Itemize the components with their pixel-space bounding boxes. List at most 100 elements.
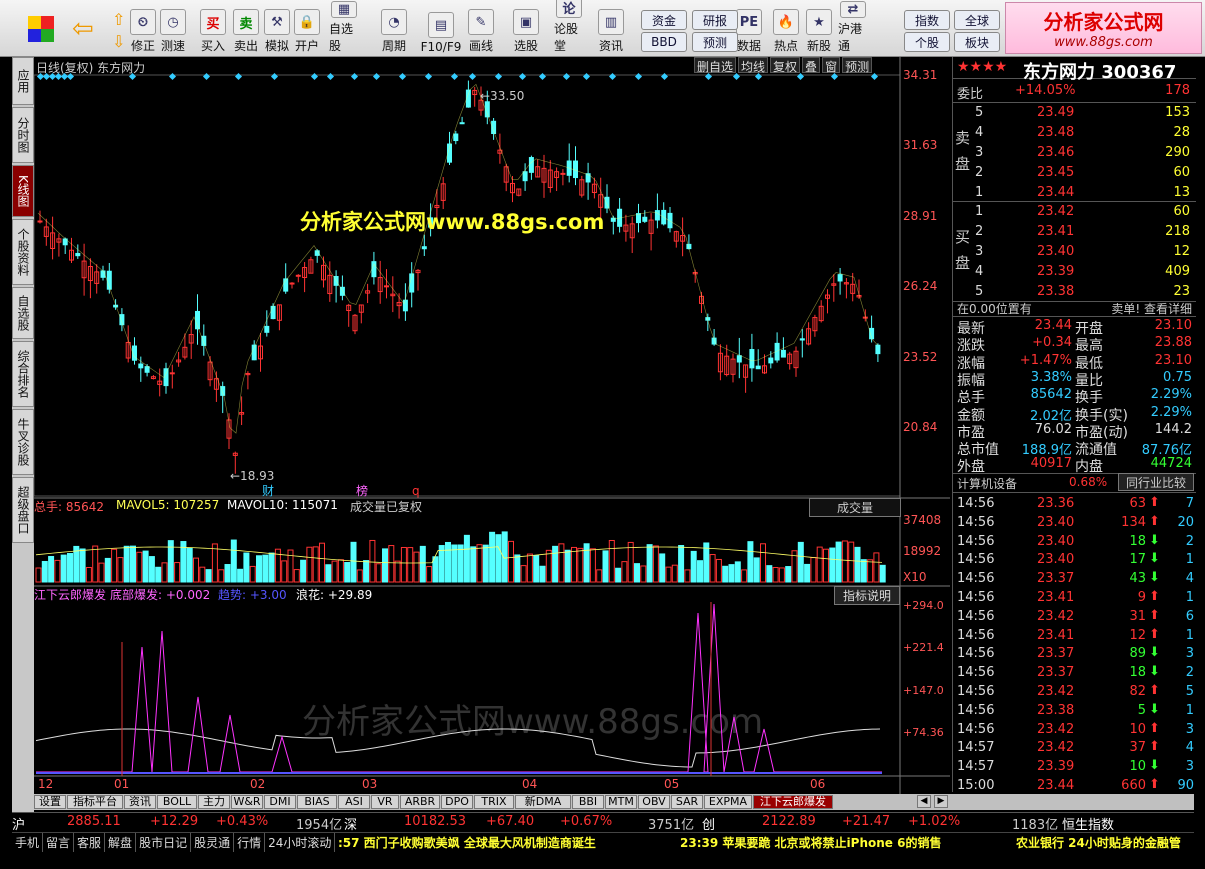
toolbar-button-0[interactable]: ⏲ 修正: [128, 4, 158, 54]
index-button[interactable]: 指数: [904, 10, 950, 30]
sell-price-1[interactable]: 23.48: [1037, 125, 1074, 140]
footer-item-2[interactable]: 客服: [74, 833, 106, 852]
footer-item-1[interactable]: 留言: [43, 833, 75, 852]
tab-diagnose[interactable]: 牛叉诊股: [12, 409, 34, 475]
volume-dropdown[interactable]: 成交量: [809, 498, 901, 517]
indicator-tab-16[interactable]: OBV: [638, 795, 670, 809]
event-marker-2[interactable]: q: [412, 484, 420, 498]
toolbar-button-3[interactable]: 卖卖出: [231, 4, 261, 54]
volume-bar: [741, 569, 748, 583]
indicator-tab-3[interactable]: BOLL: [157, 795, 197, 809]
back-arrow-icon[interactable]: ⇦: [72, 16, 102, 42]
indicator-help-button[interactable]: 指标说明: [834, 586, 900, 605]
toolbar-button-2[interactable]: 买买入: [198, 4, 228, 54]
buy-price-3[interactable]: 23.39: [1037, 264, 1074, 279]
stock-button[interactable]: 个股: [904, 32, 950, 52]
industry-compare-button[interactable]: 同行业比较: [1118, 473, 1194, 491]
toolbar-button-12[interactable]: ▥ 资讯: [596, 4, 626, 54]
tab-scroll-left-icon[interactable]: ◀: [917, 795, 931, 808]
indicator-tab-17[interactable]: SAR: [671, 795, 703, 809]
footer-item-3[interactable]: 解盘: [105, 833, 137, 852]
indicator-tab-10[interactable]: ARBR: [400, 795, 440, 809]
toolbar-button-13[interactable]: PE 数据: [734, 4, 764, 54]
webi-value: +14.05%: [1015, 83, 1076, 98]
order-detail-link[interactable]: 卖单! 查看详细: [1111, 300, 1192, 317]
buy-price-2[interactable]: 23.40: [1037, 244, 1074, 259]
footer-item-6[interactable]: 行情: [234, 833, 266, 852]
bbd-button[interactable]: BBD: [641, 32, 687, 52]
toolbar-button-15[interactable]: ★ 新股: [804, 4, 834, 54]
tab-stock-info[interactable]: 个股资料: [12, 219, 34, 285]
buy-price-4[interactable]: 23.38: [1037, 284, 1074, 299]
tick-time-0: 14:56: [957, 496, 995, 511]
volume-bar: [766, 565, 773, 583]
sell-volume-3: 60: [1173, 165, 1190, 180]
sector-button[interactable]: 板块: [954, 32, 1000, 52]
indicator-tab-12[interactable]: TRIX: [474, 795, 514, 809]
tab-kline[interactable]: K线图: [12, 165, 34, 217]
hk-label: 恒生指数: [1062, 818, 1115, 833]
tick-price-6: 23.42: [1037, 608, 1075, 624]
toolbar-button-16[interactable]: ⇄ 沪港通: [838, 1, 868, 54]
windows-logo-icon[interactable]: [28, 16, 54, 42]
sell-price-3[interactable]: 23.45: [1037, 165, 1074, 180]
indicator-tab-8[interactable]: ASI: [338, 795, 370, 809]
forecast-button[interactable]: 预测: [692, 32, 738, 52]
tick-time-7: 14:56: [957, 627, 995, 643]
tab-scroll-right-icon[interactable]: ▶: [934, 795, 948, 808]
indicator-tab-15[interactable]: MTM: [605, 795, 637, 809]
indicator-tab-14[interactable]: BBI: [572, 795, 604, 809]
indicator-tab-1[interactable]: 指标平台: [67, 795, 123, 809]
volume-bar: [218, 569, 225, 583]
fund-button[interactable]: 资金: [641, 10, 687, 30]
event-marker-1[interactable]: 榜: [356, 483, 368, 498]
news-item-2[interactable]: 23:39 苹果要跪 北京或将禁止iPhone 6的销售: [680, 834, 941, 851]
down-arrow-icon[interactable]: ⇩: [112, 32, 125, 51]
toolbar-button-6[interactable]: ▦ 自选股: [329, 1, 359, 54]
toolbar-button-4[interactable]: ⚒ 模拟: [262, 4, 292, 54]
toolbar-button-5[interactable]: 🔒 开户: [292, 4, 322, 54]
toolbar-icon-7: ◔: [381, 9, 407, 35]
indicator-tab-13[interactable]: 新DMA: [515, 795, 571, 809]
sell-price-0[interactable]: 23.49: [1037, 105, 1074, 120]
news-item-1[interactable]: :57 西门子收购歌美飒 全球最大风机制造商诞生: [338, 834, 596, 851]
tab-watchlist[interactable]: 自选股: [12, 287, 34, 339]
report-button[interactable]: 研报: [692, 10, 738, 30]
stat-value-5: 2.02亿: [1030, 408, 1072, 424]
indicator-tab-5[interactable]: W&R: [231, 795, 263, 809]
news-item-3[interactable]: 农业银行 24小时贴身的金融管: [1016, 834, 1181, 851]
tab-ranking[interactable]: 综合排名: [12, 341, 34, 407]
toolbar-button-1[interactable]: ◷ 测速: [158, 4, 188, 54]
volume-bar: [703, 542, 710, 583]
sell-price-4[interactable]: 23.44: [1037, 185, 1074, 200]
indicator-tab-11[interactable]: DPO: [441, 795, 473, 809]
tab-super-order[interactable]: 超级盘口: [12, 477, 34, 543]
sell-price-2[interactable]: 23.46: [1037, 145, 1074, 160]
indicator-tab-19[interactable]: 江下云郎爆发: [753, 795, 833, 809]
tab-app[interactable]: 应用: [12, 57, 34, 105]
footer-item-4[interactable]: 股市日记: [136, 833, 192, 852]
buy-price-1[interactable]: 23.41: [1037, 224, 1074, 239]
toolbar-button-9[interactable]: ✎ 画线: [466, 4, 496, 54]
kline-chart-area[interactable]: 日线(复权) 东方网力 删自选 均线 复权叠窗预测 34.31 31.63 28.91 2…: [34, 57, 952, 794]
indicator-tab-0[interactable]: 设置: [34, 795, 66, 809]
indicator-tab-18[interactable]: EXPMA: [704, 795, 752, 809]
footer-item-5[interactable]: 股灵通: [191, 833, 235, 852]
footer-item-0[interactable]: 手机: [12, 833, 44, 852]
toolbar-button-10[interactable]: ▣ 选股: [511, 4, 541, 54]
toolbar-button-8[interactable]: ▤ F10/F9: [418, 4, 464, 54]
toolbar-button-7[interactable]: ◔ 周期: [379, 4, 409, 54]
footer-item-7[interactable]: 24小时滚动: [265, 833, 336, 852]
toolbar-button-14[interactable]: 🔥 热点: [771, 4, 801, 54]
tab-timeshare[interactable]: 分时图: [12, 107, 34, 163]
indicator-tab-2[interactable]: 资讯: [124, 795, 156, 809]
up-arrow-icon[interactable]: ⇧: [112, 10, 125, 29]
indicator-tab-4[interactable]: 主力: [198, 795, 230, 809]
indicator-tab-6[interactable]: DMI: [264, 795, 296, 809]
indicator-tab-7[interactable]: BIAS: [297, 795, 337, 809]
event-marker-0[interactable]: 财: [262, 484, 274, 498]
buy-price-0[interactable]: 23.42: [1037, 204, 1074, 219]
toolbar-button-11[interactable]: 论论股堂: [554, 0, 584, 54]
global-button[interactable]: 全球: [954, 10, 1000, 30]
indicator-tab-9[interactable]: VR: [371, 795, 399, 809]
